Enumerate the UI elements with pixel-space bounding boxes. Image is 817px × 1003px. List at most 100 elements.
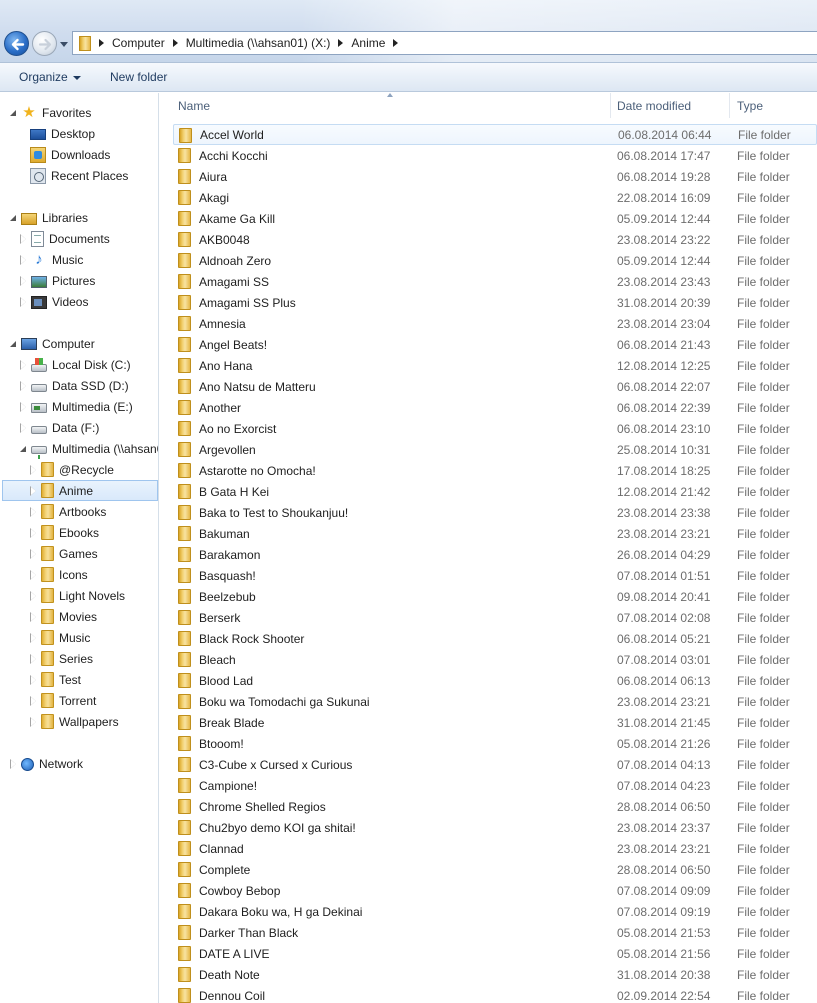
expand-icon[interactable] — [19, 275, 29, 286]
nav-multimedia-e[interactable]: Multimedia (E:) — [19, 396, 133, 417]
file-row[interactable]: Campione! 07.08.2014 04:23 File folder — [173, 775, 817, 796]
nav-subfolder[interactable]: Icons — [29, 564, 88, 585]
nav-subfolder[interactable]: Music — [29, 627, 90, 648]
expand-icon[interactable] — [29, 506, 39, 517]
column-divider[interactable] — [729, 93, 730, 118]
file-row[interactable]: Chu2byo demo KOI ga shitai! 23.08.2014 23… — [173, 817, 817, 838]
breadcrumb-separator-icon[interactable] — [172, 39, 178, 47]
file-row[interactable]: C3-Cube x Cursed x Curious 07.08.2014 04:… — [173, 754, 817, 775]
new-folder-button[interactable]: New folder — [110, 70, 167, 84]
file-row[interactable]: Dakara Boku wa, H ga Dekinai 07.08.2014 0… — [173, 901, 817, 922]
file-row[interactable]: Ano Hana 12.08.2014 12:25 File folder — [173, 355, 817, 376]
column-header-name[interactable]: Name — [178, 99, 210, 113]
nav-subfolder[interactable]: Artbooks — [29, 501, 106, 522]
expand-icon[interactable] — [9, 758, 19, 769]
collapse-icon[interactable] — [9, 108, 19, 118]
breadcrumb-anime[interactable]: Anime — [351, 36, 406, 50]
file-row[interactable]: Break Blade 31.08.2014 21:45 File folder — [173, 712, 817, 733]
file-row[interactable]: Boku wa Tomodachi ga Sukunai 23.08.2014 2… — [173, 691, 817, 712]
nav-subfolder[interactable]: Games — [29, 543, 98, 564]
expand-icon[interactable] — [19, 401, 29, 412]
file-row[interactable]: Blood Lad 06.08.2014 06:13 File folder — [173, 670, 817, 691]
file-row[interactable]: Aiura 06.08.2014 19:28 File folder — [173, 166, 817, 187]
expand-icon[interactable] — [19, 296, 29, 307]
nav-multimedia-network[interactable]: Multimedia (\\ahsan01) (X:) — [19, 438, 158, 459]
file-row[interactable]: Barakamon 26.08.2014 04:29 File folder — [173, 544, 817, 565]
expand-icon[interactable] — [19, 233, 29, 244]
nav-videos[interactable]: Videos — [19, 291, 88, 312]
recent-pages-dropdown-icon[interactable] — [59, 39, 69, 49]
nav-libraries[interactable]: Libraries — [9, 207, 88, 228]
file-row[interactable]: Cowboy Bebop 07.08.2014 09:09 File folder — [173, 880, 817, 901]
nav-desktop[interactable]: Desktop — [30, 123, 95, 144]
nav-favorites[interactable]: ★ Favorites — [9, 102, 91, 123]
file-row[interactable]: Amnesia 23.08.2014 23:04 File folder — [173, 313, 817, 334]
expand-icon[interactable] — [29, 611, 39, 622]
file-row[interactable]: Amagami SS 23.08.2014 23:43 File folder — [173, 271, 817, 292]
breadcrumb-computer[interactable]: Computer — [112, 36, 186, 50]
column-header-type[interactable]: Type — [737, 99, 763, 113]
file-row[interactable]: Accel World 06.08.2014 06:44 File folder — [173, 124, 817, 145]
file-row[interactable]: Complete 28.08.2014 06:50 File folder — [173, 859, 817, 880]
expand-icon[interactable] — [29, 464, 39, 475]
column-header-date-modified[interactable]: Date modified — [617, 99, 691, 113]
breadcrumb-separator-icon[interactable] — [393, 39, 399, 47]
nav-documents[interactable]: Documents — [19, 228, 110, 249]
nav-subfolder[interactable]: Anime — [2, 480, 158, 501]
organize-button[interactable]: Organize — [19, 70, 81, 84]
file-row[interactable]: DATE A LIVE 05.08.2014 21:56 File folder — [173, 943, 817, 964]
file-row[interactable]: Bleach 07.08.2014 03:01 File folder — [173, 649, 817, 670]
file-row[interactable]: Baka to Test to Shoukanjuu! 23.08.2014 23… — [173, 502, 817, 523]
file-row[interactable]: Argevollen 25.08.2014 10:31 File folder — [173, 439, 817, 460]
nav-data-ssd-d[interactable]: Data SSD (D:) — [19, 375, 129, 396]
address-bar[interactable]: Computer Multimedia (\\ahsan01) (X:) Ani… — [72, 31, 817, 55]
file-row[interactable]: Akame Ga Kill 05.09.2014 12:44 File folder — [173, 208, 817, 229]
file-row[interactable]: Ao no Exorcist 06.08.2014 23:10 File folde… — [173, 418, 817, 439]
file-row[interactable]: Another 06.08.2014 22:39 File folder — [173, 397, 817, 418]
file-row[interactable]: Bakuman 23.08.2014 23:21 File folder — [173, 523, 817, 544]
expand-icon[interactable] — [29, 632, 39, 643]
nav-computer[interactable]: Computer — [9, 333, 95, 354]
navigation-pane[interactable]: ★ Favorites Desktop Downloads Recent Pla… — [0, 93, 159, 1003]
file-row[interactable]: Btooom! 05.08.2014 21:26 File folder — [173, 733, 817, 754]
expand-icon[interactable] — [19, 254, 29, 265]
expand-icon[interactable] — [29, 653, 39, 664]
nav-recent-places[interactable]: Recent Places — [30, 165, 128, 186]
file-row[interactable]: Beelzebub 09.08.2014 20:41 File folder — [173, 586, 817, 607]
nav-network[interactable]: Network — [9, 753, 83, 774]
file-row[interactable]: Ano Natsu de Matteru 06.08.2014 22:07 File… — [173, 376, 817, 397]
nav-downloads[interactable]: Downloads — [30, 144, 110, 165]
breadcrumb-separator-icon[interactable] — [338, 39, 344, 47]
file-row[interactable]: Astarotte no Omocha! 17.08.2014 18:25 File… — [173, 460, 817, 481]
expand-icon[interactable] — [19, 359, 29, 370]
expand-icon[interactable] — [29, 716, 39, 727]
collapse-icon[interactable] — [9, 339, 19, 349]
column-divider[interactable] — [610, 93, 611, 118]
nav-subfolder[interactable]: @Recycle — [29, 459, 114, 480]
file-row[interactable]: Angel Beats! 06.08.2014 21:43 File folder — [173, 334, 817, 355]
nav-subfolder[interactable]: Torrent — [29, 690, 96, 711]
file-row[interactable]: B Gata H Kei 12.08.2014 21:42 File folder — [173, 481, 817, 502]
collapse-icon[interactable] — [9, 213, 19, 223]
file-row[interactable]: Acchi Kocchi 06.08.2014 17:47 File folder — [173, 145, 817, 166]
nav-data-f[interactable]: Data (F:) — [19, 417, 99, 438]
breadcrumb-multimedia[interactable]: Multimedia (\\ahsan01) (X:) — [186, 36, 352, 50]
expand-icon[interactable] — [29, 695, 39, 706]
nav-local-disk-c[interactable]: Local Disk (C:) — [19, 354, 131, 375]
nav-subfolder[interactable]: Wallpapers — [29, 711, 119, 732]
expand-icon[interactable] — [29, 590, 39, 601]
expand-icon[interactable] — [29, 527, 39, 538]
nav-subfolder[interactable]: Test — [29, 669, 81, 690]
back-button[interactable] — [4, 31, 29, 56]
file-row[interactable]: Basquash! 07.08.2014 01:51 File folder — [173, 565, 817, 586]
file-row[interactable]: Black Rock Shooter 06.08.2014 05:21 File f… — [173, 628, 817, 649]
expand-icon[interactable] — [19, 422, 29, 433]
file-list-pane[interactable]: Name Date modified Type Accel World 06.08… — [160, 93, 817, 1003]
file-row[interactable]: Chrome Shelled Regios 28.08.2014 06:50 Fil… — [173, 796, 817, 817]
file-row[interactable]: AKB0048 23.08.2014 23:22 File folder — [173, 229, 817, 250]
file-row[interactable]: Dennou Coil 02.09.2014 22:54 File folder — [173, 985, 817, 1003]
file-row[interactable]: Death Note 31.08.2014 20:38 File folder — [173, 964, 817, 985]
file-row[interactable]: Clannad 23.08.2014 23:21 File folder — [173, 838, 817, 859]
file-row[interactable]: Amagami SS Plus 31.08.2014 20:39 File fold… — [173, 292, 817, 313]
file-row[interactable]: Darker Than Black 05.08.2014 21:53 File fo… — [173, 922, 817, 943]
